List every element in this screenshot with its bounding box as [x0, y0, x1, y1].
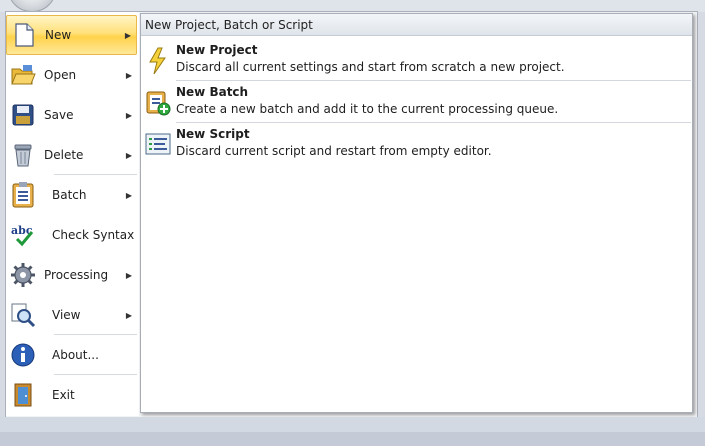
menu-item-processing[interactable]: Processing ▶	[6, 255, 137, 295]
submenu-arrow-icon: ▶	[125, 150, 133, 160]
menu-item-exit[interactable]: Exit	[6, 375, 137, 415]
spellcheck-icon: abc	[6, 215, 40, 255]
batch-clipboard-icon	[6, 175, 40, 215]
panel-item-title: New Script	[176, 127, 250, 141]
panel-item-title: New Batch	[176, 85, 249, 99]
panel-item-new-project[interactable]: New Project Discard all current settings…	[141, 39, 692, 79]
save-disk-icon	[6, 95, 40, 135]
submenu-arrow-icon: ▶	[124, 30, 132, 40]
open-folder-icon	[6, 55, 40, 95]
menu-item-batch[interactable]: Batch ▶	[6, 175, 137, 215]
panel-title: New Project, Batch or Script	[141, 14, 692, 36]
info-icon	[6, 335, 40, 375]
lightning-icon	[145, 47, 171, 75]
menu-item-save[interactable]: Save ▶	[6, 95, 137, 135]
menu-item-label: Processing	[44, 268, 109, 282]
submenu-arrow-icon: ▶	[125, 190, 133, 200]
menu-item-delete[interactable]: Delete ▶	[6, 135, 137, 175]
submenu-arrow-icon: ▶	[125, 70, 133, 80]
new-document-icon	[7, 15, 41, 55]
menu-item-label: Exit	[52, 388, 75, 402]
menu-item-label: Save	[44, 108, 74, 122]
menu-item-check-syntax[interactable]: abc Check Syntax	[6, 215, 137, 255]
panel-item-new-batch[interactable]: New Batch Create a new batch and add it …	[141, 81, 692, 121]
exit-door-icon	[6, 375, 40, 415]
menu-item-about[interactable]: About...	[6, 335, 137, 375]
panel-item-new-script[interactable]: New Script Discard current script and re…	[141, 123, 692, 163]
submenu-arrow-icon: ▶	[125, 110, 133, 120]
add-batch-icon	[145, 89, 171, 116]
menu-item-label: Open	[44, 68, 77, 82]
submenu-panel: New Project, Batch or Script New Project…	[140, 13, 693, 413]
trash-can-icon	[6, 135, 40, 175]
menu-item-new[interactable]: New ▶	[6, 15, 137, 55]
panel-item-title: New Project	[176, 43, 258, 57]
submenu-arrow-icon: ▶	[125, 310, 133, 320]
menu-item-open[interactable]: Open ▶	[6, 55, 137, 95]
menu-item-label: View	[52, 308, 81, 322]
panel-item-description: Create a new batch and add it to the cur…	[176, 102, 559, 116]
panel-item-description: Discard current script and restart from …	[176, 144, 492, 158]
menu-item-label: Check Syntax	[52, 228, 135, 242]
menu-item-view[interactable]: View ▶	[6, 295, 137, 335]
menu-item-label: Batch	[52, 188, 87, 202]
status-strip	[0, 417, 705, 446]
menu-item-label: New	[45, 28, 72, 42]
magnifier-icon	[6, 295, 40, 335]
menu-item-label: Delete	[44, 148, 84, 162]
panel-item-description: Discard all current settings and start f…	[176, 60, 565, 74]
gears-icon	[6, 255, 40, 295]
submenu-arrow-icon: ▶	[125, 270, 133, 280]
menu-item-label: About...	[52, 348, 99, 362]
script-icon	[145, 131, 171, 157]
